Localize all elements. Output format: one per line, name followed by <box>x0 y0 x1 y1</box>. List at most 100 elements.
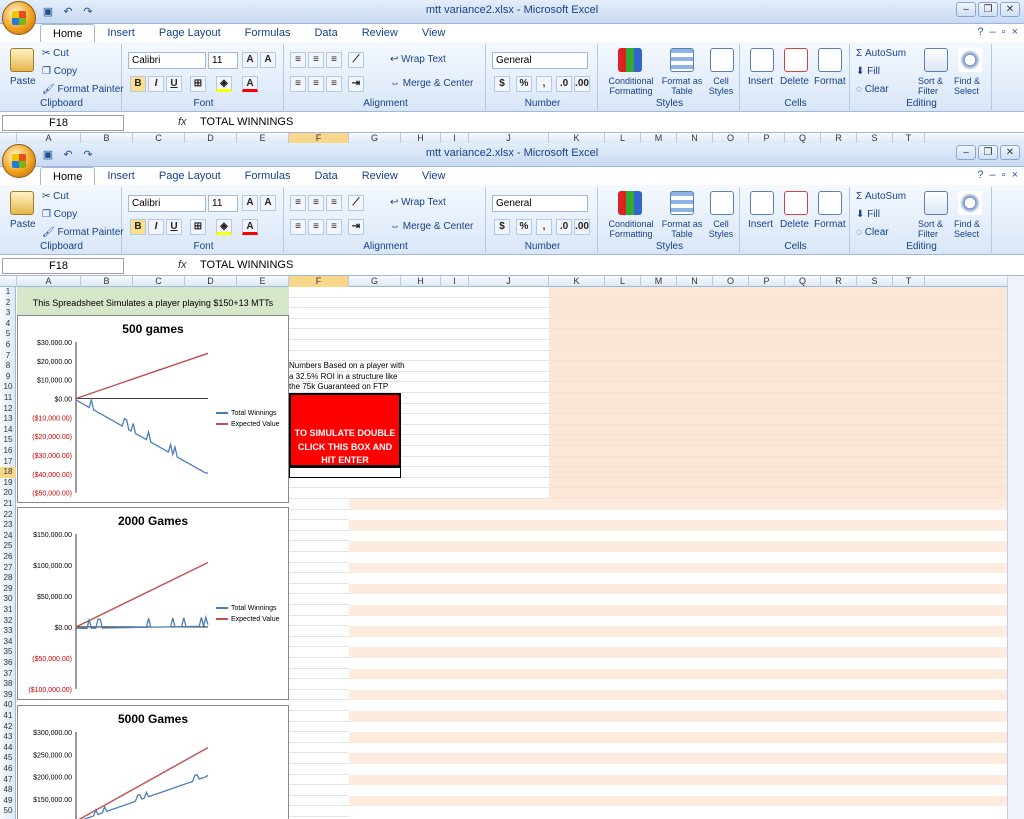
row-header-20[interactable]: 20 <box>0 488 16 499</box>
row-header-24[interactable]: 24 <box>0 531 16 542</box>
row-header-34[interactable]: 34 <box>0 637 16 648</box>
insert-cells-icon[interactable] <box>750 191 774 215</box>
copy-button[interactable]: ❐ Copy <box>42 209 77 220</box>
align-h-0[interactable]: ≡ <box>290 76 306 92</box>
increase-decimal-button[interactable]: .0 <box>556 219 572 235</box>
find-select-icon[interactable] <box>958 191 982 215</box>
row-header-9[interactable]: 9 <box>0 372 16 383</box>
cut-button[interactable]: ✂ Cut <box>42 48 69 59</box>
align-top-0[interactable]: ≡ <box>290 195 306 211</box>
col-header-P[interactable]: P <box>749 276 785 287</box>
row-header-39[interactable]: 39 <box>0 690 16 701</box>
sort-filter-icon[interactable] <box>924 191 948 215</box>
tab-home[interactable]: Home <box>40 24 96 42</box>
close-button[interactable]: ✕ <box>1000 2 1020 17</box>
delete-cells-button[interactable]: Delete <box>780 219 809 230</box>
align-h-2[interactable]: ≡ <box>326 76 342 92</box>
col-header-S[interactable]: S <box>857 276 893 287</box>
find-select-button[interactable]: Find & Select <box>954 219 990 239</box>
row-header-1[interactable]: 1 <box>0 287 16 298</box>
shrink-font-button[interactable]: A <box>260 52 276 68</box>
sort-filter-icon[interactable] <box>924 48 948 72</box>
save-icon[interactable]: ▣ <box>40 5 56 19</box>
row-header-4[interactable]: 4 <box>0 319 16 330</box>
conditional-formatting-icon[interactable] <box>618 191 642 215</box>
col-header-E[interactable]: E <box>237 276 289 287</box>
cell-styles-button[interactable]: Cell Styles <box>704 219 738 239</box>
format-as-table-icon[interactable] <box>670 191 694 215</box>
format-as-table-button[interactable]: Format as Table <box>660 219 704 239</box>
wrap-text-button[interactable]: ↩ Wrap Text <box>390 197 446 208</box>
row-header-13[interactable]: 13 <box>0 414 16 425</box>
clear-button[interactable]: ◌ Clear <box>856 84 889 95</box>
help-icon[interactable]: ? <box>977 169 983 181</box>
underline-button[interactable]: U <box>166 219 182 235</box>
tab-view[interactable]: View <box>410 24 458 42</box>
tab-view[interactable]: View <box>410 167 458 185</box>
row-header-2[interactable]: 2 <box>0 298 16 309</box>
name-box[interactable]: F18 <box>2 115 124 131</box>
row-header-18[interactable]: 18 <box>0 467 16 478</box>
col-header-J[interactable]: J <box>469 276 549 287</box>
chart-1[interactable]: 500 games $30,000.00 $20,000.00 $10,000.00 $… <box>17 314 289 504</box>
comma-button[interactable]: , <box>536 76 552 92</box>
delete-cells-button[interactable]: Delete <box>780 76 809 87</box>
find-select-icon[interactable] <box>958 48 982 72</box>
row-header-43[interactable]: 43 <box>0 732 16 743</box>
format-as-table-icon[interactable] <box>670 48 694 72</box>
redo-icon[interactable]: ↷ <box>80 5 96 19</box>
chart-2[interactable]: 2000 Games $150,000.00 $100,000.00 $50,000.… <box>17 507 289 701</box>
underline-button[interactable]: U <box>166 76 182 92</box>
row-header-6[interactable]: 6 <box>0 340 16 351</box>
bold-button[interactable]: B <box>130 76 146 92</box>
align-h-0[interactable]: ≡ <box>290 219 306 235</box>
row-header-31[interactable]: 31 <box>0 605 16 616</box>
ribbon-close-icon[interactable]: × <box>1012 169 1018 181</box>
row-header-48[interactable]: 48 <box>0 785 16 796</box>
format-as-table-button[interactable]: Format as Table <box>660 76 704 96</box>
indent-button[interactable]: ⇥ <box>348 76 364 92</box>
font-family-select[interactable]: Calibri <box>128 52 206 69</box>
currency-button[interactable]: $ <box>494 76 510 92</box>
formula-content[interactable]: TOTAL WINNINGS <box>200 116 293 128</box>
fx-icon[interactable]: fx <box>178 116 187 128</box>
delete-cells-icon[interactable] <box>784 48 808 72</box>
insert-cells-icon[interactable] <box>750 48 774 72</box>
tab-insert[interactable]: Insert <box>95 24 147 42</box>
conditional-formatting-icon[interactable] <box>618 48 642 72</box>
indent-button[interactable]: ⇥ <box>348 219 364 235</box>
col-header-H[interactable]: H <box>401 276 441 287</box>
formula-content[interactable]: TOTAL WINNINGS <box>200 259 293 271</box>
paste-icon[interactable] <box>10 191 34 215</box>
row-header-47[interactable]: 47 <box>0 775 16 786</box>
tab-review[interactable]: Review <box>350 24 410 42</box>
align-top-2[interactable]: ≡ <box>326 52 342 68</box>
row-header-36[interactable]: 36 <box>0 658 16 669</box>
vertical-scrollbar[interactable] <box>1007 276 1024 819</box>
row-header-8[interactable]: 8 <box>0 361 16 372</box>
ribbon-restore-icon[interactable]: ▫ <box>1002 26 1006 38</box>
row-header-17[interactable]: 17 <box>0 457 16 468</box>
row-header-38[interactable]: 38 <box>0 679 16 690</box>
row-header-49[interactable]: 49 <box>0 796 16 807</box>
close-button[interactable]: ✕ <box>1000 145 1020 160</box>
restore-button[interactable]: ❐ <box>978 145 998 160</box>
ribbon-close-icon[interactable]: × <box>1012 26 1018 38</box>
italic-button[interactable]: I <box>148 219 164 235</box>
decrease-decimal-button[interactable]: .00 <box>574 76 590 92</box>
row-header-21[interactable]: 21 <box>0 499 16 510</box>
tab-formulas[interactable]: Formulas <box>233 167 303 185</box>
ribbon-minimize-icon[interactable]: – <box>990 26 996 38</box>
save-icon[interactable]: ▣ <box>40 148 56 162</box>
copy-button[interactable]: ❐ Copy <box>42 66 77 77</box>
undo-icon[interactable]: ↶ <box>60 148 76 162</box>
cut-button[interactable]: ✂ Cut <box>42 191 69 202</box>
worksheet-grid[interactable]: This Spreadsheet Simulates a player play… <box>17 287 1007 819</box>
format-cells-icon[interactable] <box>818 48 842 72</box>
row-header-41[interactable]: 41 <box>0 711 16 722</box>
row-header-50[interactable]: 50 <box>0 806 16 817</box>
row-header-22[interactable]: 22 <box>0 510 16 521</box>
chart-3[interactable]: 5000 Games $300,000.00 $250,000.00 $200,000… <box>17 704 289 819</box>
grow-font-button[interactable]: A <box>242 52 258 68</box>
col-header-G[interactable]: G <box>349 276 401 287</box>
